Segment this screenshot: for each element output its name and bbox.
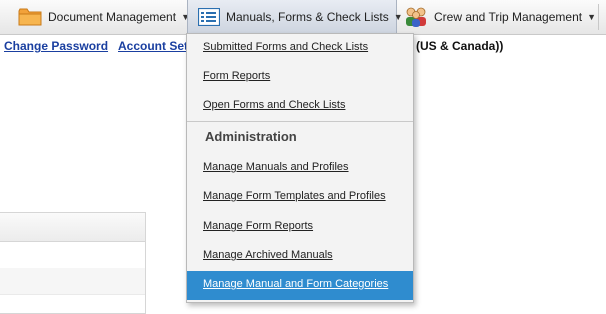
menu-item-manage-categories[interactable]: Manage Manual and Form Categories <box>187 271 413 300</box>
folder-icon <box>18 7 42 27</box>
nav-document-management-label: Document Management <box>48 10 177 24</box>
chevron-down-icon: ▼ <box>587 12 596 22</box>
menu-item-form-reports[interactable]: Form Reports <box>187 63 413 92</box>
manuals-forms-dropdown: Submitted Forms and Check Lists Form Rep… <box>186 33 414 303</box>
account-settings-link[interactable]: Account Sett <box>118 39 192 53</box>
menu-item-manage-form-reports[interactable]: Manage Form Reports <box>187 213 413 242</box>
timezone-label: e (US & Canada)) <box>406 39 504 53</box>
menu-item-manage-manuals[interactable]: Manage Manuals and Profiles <box>187 154 413 183</box>
form-list-icon <box>197 7 221 27</box>
nav-crew-trip-label: Crew and Trip Management <box>434 10 583 24</box>
menu-item-open-forms[interactable]: Open Forms and Check Lists <box>187 92 413 121</box>
administration-heading: Administration <box>205 129 297 144</box>
panel-header <box>0 213 145 242</box>
change-password-link[interactable]: Change Password <box>4 39 108 53</box>
menu-item-label: Submitted Forms and Check Lists <box>203 41 369 53</box>
menu-item-label: Manage Archived Manuals <box>203 249 333 261</box>
nav-divider <box>598 4 599 30</box>
menu-item-manage-form-templates[interactable]: Manage Form Templates and Profiles <box>187 183 413 212</box>
menu-item-submitted-forms[interactable]: Submitted Forms and Check Lists <box>187 34 413 63</box>
menu-item-label: Manage Form Reports <box>203 220 314 232</box>
menu-item-label: Form Reports <box>203 70 271 82</box>
menu-item-label: Manage Form Templates and Profiles <box>203 190 386 202</box>
menu-item-label: Open Forms and Check Lists <box>203 99 346 111</box>
chevron-down-icon: ▼ <box>393 12 403 22</box>
top-nav-bar: Document Management ▼ Manuals, Forms & C… <box>0 0 606 35</box>
crew-people-icon <box>404 6 428 28</box>
menu-item-label: Manage Manuals and Profiles <box>203 161 349 173</box>
menu-separator <box>187 121 413 122</box>
panel-row <box>0 268 145 295</box>
nav-document-management[interactable]: Document Management ▼ <box>18 0 190 34</box>
nav-manuals-forms-label: Manuals, Forms & Check Lists <box>226 10 389 24</box>
nav-crew-trip[interactable]: Crew and Trip Management ▼ <box>404 0 596 34</box>
menu-item-label: Manage Manual and Form Categories <box>203 278 389 290</box>
menu-item-manage-archived-manuals[interactable]: Manage Archived Manuals <box>187 242 413 271</box>
content-panel <box>0 212 146 314</box>
nav-manuals-forms[interactable]: Manuals, Forms & Check Lists ▼ <box>187 0 403 34</box>
